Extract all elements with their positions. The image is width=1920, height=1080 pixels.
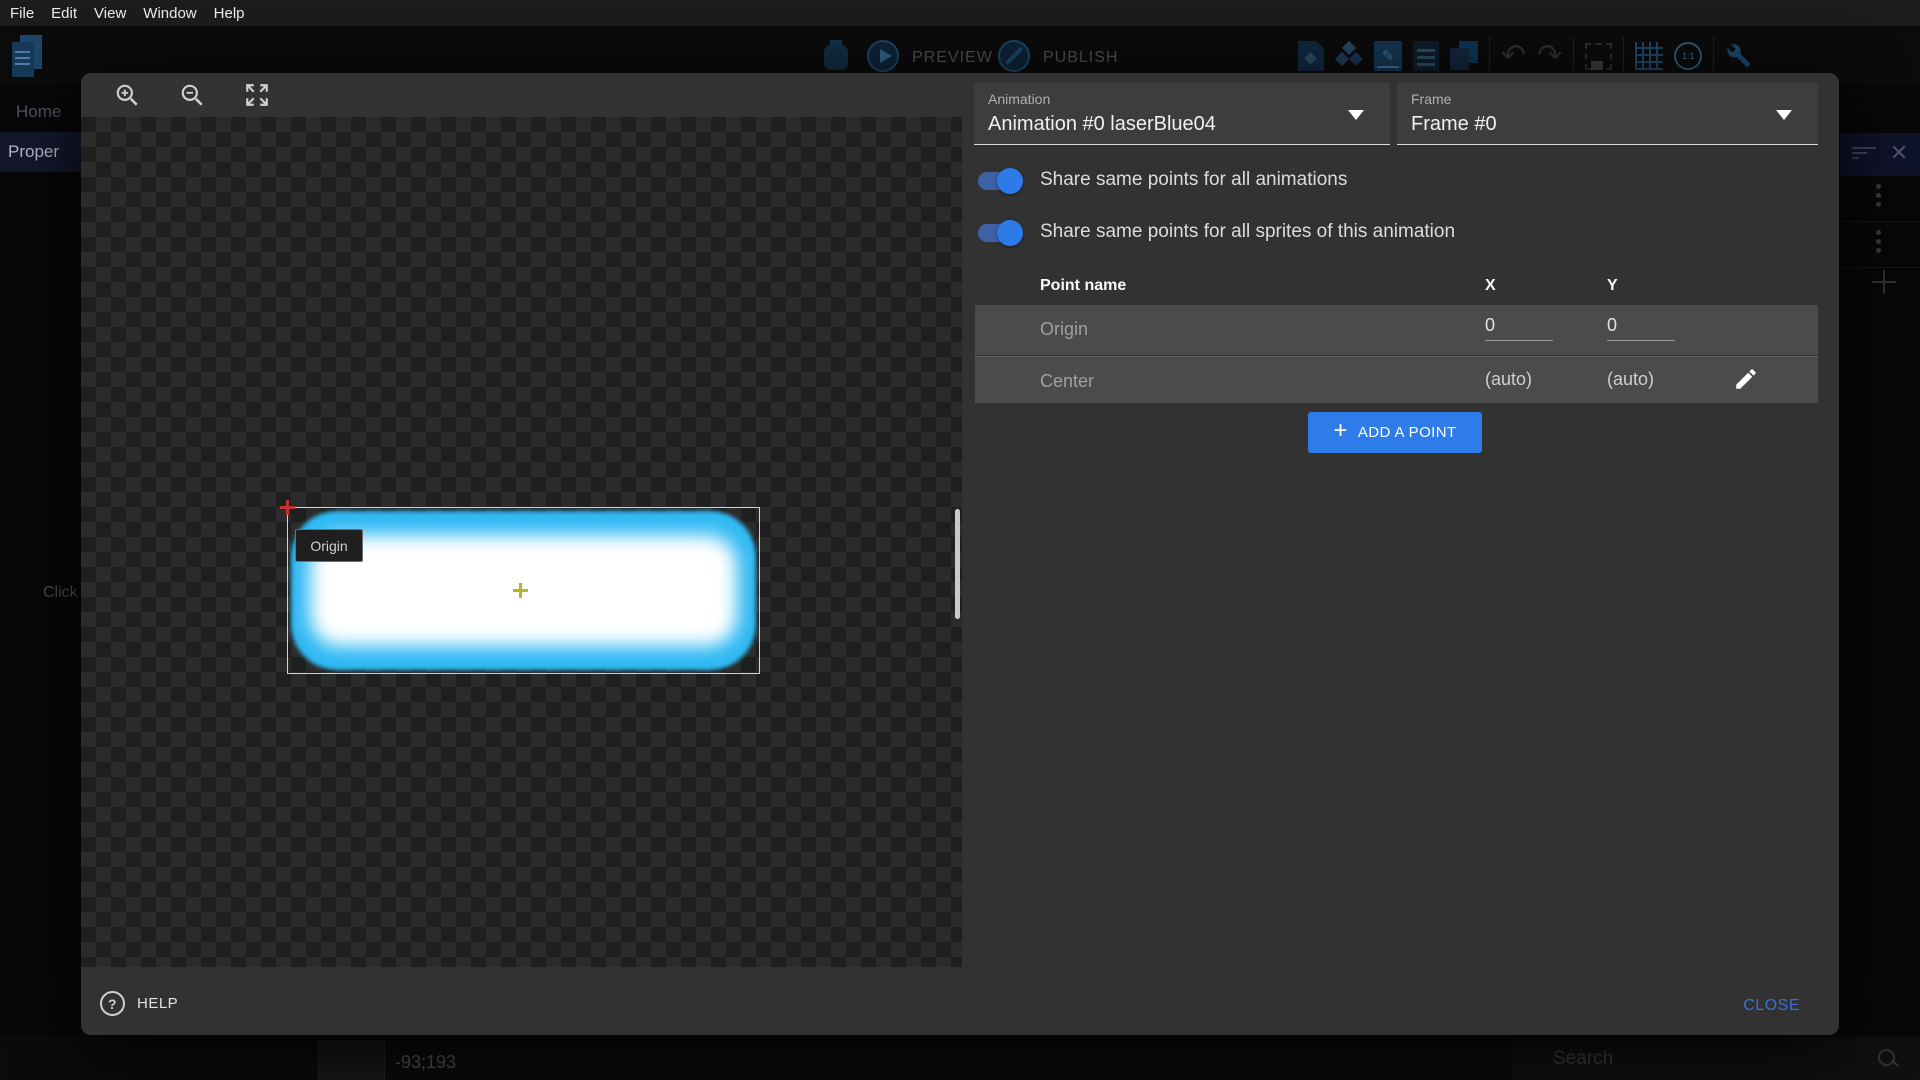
redo-icon[interactable]: ↷ bbox=[1537, 41, 1562, 71]
toolbar-divider bbox=[1573, 37, 1574, 75]
undo-icon[interactable]: ↶ bbox=[1501, 41, 1526, 71]
add-a-point-button[interactable]: + ADD A POINT bbox=[1308, 412, 1482, 453]
panel-divider bbox=[1840, 221, 1920, 222]
panel-divider bbox=[1840, 175, 1920, 176]
preview-button[interactable]: PREVIEW bbox=[912, 49, 993, 67]
point-name: Center bbox=[1040, 371, 1094, 392]
column-header-point-name: Point name bbox=[1040, 277, 1126, 295]
layers-icon[interactable] bbox=[1450, 41, 1478, 71]
panel-header bbox=[1840, 133, 1920, 175]
help-icon: ? bbox=[100, 991, 125, 1016]
add-a-point-label: ADD A POINT bbox=[1358, 424, 1457, 441]
table-row-origin: Origin 0 0 bbox=[975, 305, 1818, 355]
chevron-down-icon bbox=[1776, 110, 1792, 120]
sprite-preview-canvas[interactable]: Origin bbox=[81, 117, 962, 967]
tab-properties[interactable]: Proper bbox=[0, 132, 81, 172]
menu-help[interactable]: Help bbox=[214, 5, 245, 22]
frame-select-value: Frame #0 bbox=[1411, 113, 1497, 136]
close-button[interactable]: CLOSE bbox=[1743, 997, 1800, 1015]
page-front-shape bbox=[12, 42, 34, 77]
zoom-in-icon[interactable] bbox=[114, 82, 140, 108]
properties-hint-text: Click bbox=[43, 584, 81, 602]
tab-home[interactable]: Home bbox=[16, 102, 61, 122]
help-button[interactable]: ? HELP bbox=[100, 991, 178, 1016]
app-window: File Edit View Window Help PREVIEW PUBLI… bbox=[0, 0, 1920, 1080]
frame-select[interactable]: Frame Frame #0 bbox=[1397, 83, 1818, 145]
point-name: Origin bbox=[1040, 319, 1088, 340]
edit-center-point-icon[interactable] bbox=[1733, 366, 1759, 392]
search-icon bbox=[1876, 1047, 1900, 1071]
play-icon[interactable] bbox=[867, 40, 899, 72]
toggle-label: Share same points for all sprites of thi… bbox=[1040, 221, 1455, 243]
panel-divider bbox=[1840, 267, 1920, 268]
origin-y-input[interactable]: 0 bbox=[1607, 315, 1675, 341]
table-row-center: Center (auto) (auto) bbox=[975, 356, 1818, 403]
menu-view[interactable]: View bbox=[94, 5, 126, 22]
menu-edit[interactable]: Edit bbox=[51, 5, 77, 22]
status-bar: -93;193 Search bbox=[0, 1035, 1920, 1080]
search-bar[interactable]: Search bbox=[1513, 1038, 1920, 1080]
object-icon[interactable] bbox=[1298, 41, 1324, 71]
settings-wrench-icon[interactable] bbox=[1725, 42, 1753, 70]
frame-select-label: Frame bbox=[1411, 91, 1451, 107]
toolbar-divider bbox=[1713, 37, 1714, 75]
globe-icon bbox=[1003, 45, 1025, 67]
animation-select-value: Animation #0 laserBlue04 bbox=[988, 113, 1216, 136]
dialog-footer: ? HELP CLOSE bbox=[81, 967, 1839, 1035]
menu-window[interactable]: Window bbox=[143, 5, 196, 22]
preview-scrollbar[interactable] bbox=[955, 509, 960, 619]
column-header-y: Y bbox=[1607, 277, 1618, 295]
menu-file[interactable]: File bbox=[10, 5, 34, 22]
status-divider-block bbox=[318, 1040, 385, 1080]
chevron-down-icon bbox=[1348, 110, 1364, 120]
edit-points-dialog: Origin Animation Animation #0 laserBlue0… bbox=[81, 73, 1839, 1035]
toolbar-divider bbox=[1489, 37, 1490, 75]
filter-icon[interactable] bbox=[1852, 147, 1876, 161]
share-points-all-animations-toggle[interactable] bbox=[978, 172, 1020, 190]
animation-select[interactable]: Animation Animation #0 laserBlue04 bbox=[974, 83, 1390, 145]
share-points-all-sprites-toggle[interactable] bbox=[978, 224, 1020, 242]
publish-icon[interactable] bbox=[998, 40, 1030, 72]
center-y-value: (auto) bbox=[1607, 369, 1654, 390]
edit-scene-icon[interactable]: ✎ bbox=[1374, 41, 1402, 71]
toggle-label: Share same points for all animations bbox=[1040, 169, 1347, 191]
plus-icon: + bbox=[1333, 417, 1347, 445]
zoom-ratio-icon[interactable]: 1:1 bbox=[1674, 42, 1702, 70]
instances-list-icon[interactable] bbox=[1413, 41, 1439, 71]
cursor-coordinates: -93;193 bbox=[395, 1052, 456, 1073]
center-x-value: (auto) bbox=[1485, 369, 1532, 390]
publish-button[interactable]: PUBLISH bbox=[1043, 49, 1118, 67]
more-options-icon[interactable] bbox=[1876, 184, 1881, 207]
zoom-out-icon[interactable] bbox=[179, 82, 205, 108]
more-options-icon[interactable] bbox=[1876, 230, 1881, 253]
origin-point-tooltip: Origin bbox=[295, 529, 363, 562]
origin-point-marker[interactable] bbox=[280, 500, 295, 515]
toolbar-divider bbox=[1623, 37, 1624, 75]
grid-icon[interactable] bbox=[1635, 42, 1663, 70]
menu-bar: File Edit View Window Help bbox=[0, 0, 1920, 26]
toolbar-right-icons: ✎ ↶ ↷ 1:1 bbox=[1298, 38, 1753, 74]
object-group-icon[interactable] bbox=[1335, 41, 1363, 71]
project-manager-icon[interactable] bbox=[12, 35, 44, 79]
selection-mask-icon[interactable] bbox=[1585, 43, 1612, 70]
help-label: HELP bbox=[137, 995, 178, 1012]
center-point-marker[interactable] bbox=[513, 583, 528, 598]
close-panel-icon[interactable] bbox=[1890, 143, 1908, 161]
animation-select-label: Animation bbox=[988, 91, 1050, 107]
add-icon[interactable] bbox=[1872, 270, 1896, 294]
play-triangle-icon bbox=[880, 49, 892, 63]
fit-to-screen-icon[interactable] bbox=[244, 82, 270, 108]
column-header-x: X bbox=[1485, 277, 1496, 295]
search-input[interactable]: Search bbox=[1553, 1048, 1613, 1070]
debug-icon[interactable] bbox=[824, 45, 848, 70]
origin-x-input[interactable]: 0 bbox=[1485, 315, 1553, 341]
